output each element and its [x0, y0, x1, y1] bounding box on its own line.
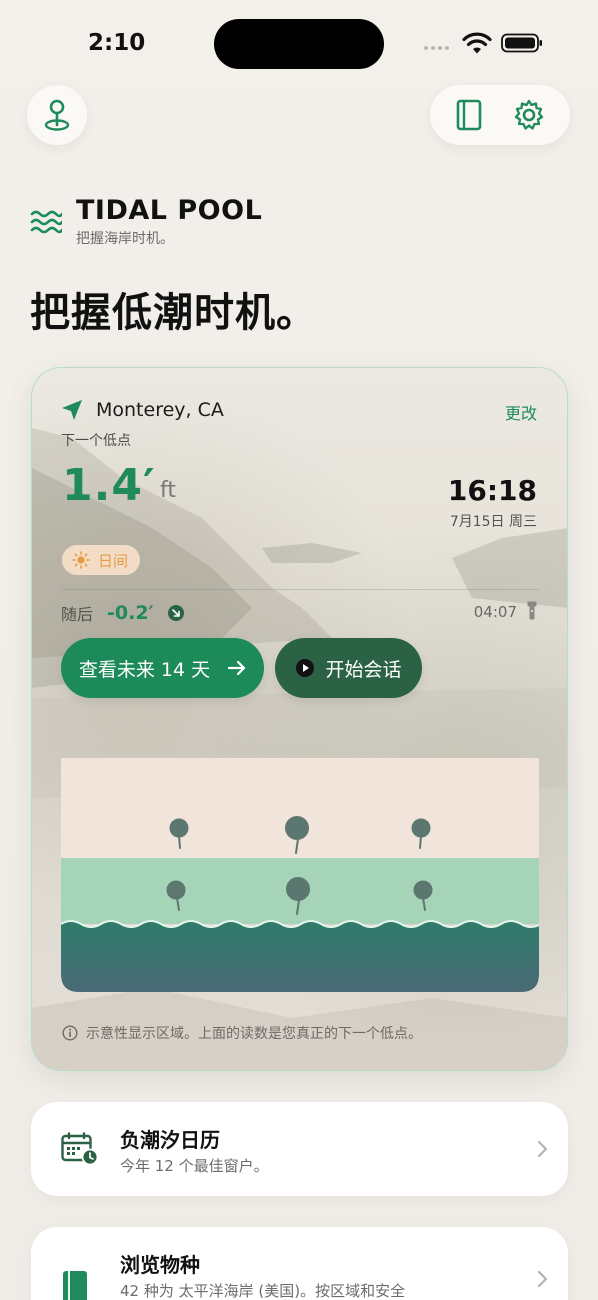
- following-low-row: 随后 -0.2′: [61, 601, 184, 625]
- battery-icon: [501, 33, 542, 53]
- next-low-label: 下一个低点: [61, 433, 131, 449]
- view-next-14-days-label: 查看未来 14 天: [78, 658, 211, 681]
- daylight-badge: 日间: [62, 545, 141, 575]
- intertidal-zone-illustration: [61, 758, 539, 992]
- book-icon: [63, 1271, 87, 1300]
- status-time: 2:10: [88, 30, 146, 56]
- location-name: Monterey, CA: [96, 399, 224, 421]
- tide-height-unit: ft: [160, 478, 176, 503]
- calendar-card-subtitle: 今年 12 个最佳窗户。: [120, 1157, 269, 1175]
- species-card-subtitle: 42 种为 太平洋海岸 (美国)。按区域和安全: [120, 1282, 406, 1300]
- arrow-down-right-icon: [167, 605, 184, 621]
- location-arrow-icon: [62, 400, 82, 420]
- change-location-link[interactable]: 更改: [505, 400, 537, 424]
- view-next-14-days-button[interactable]: 查看未来 14 天: [61, 638, 264, 698]
- map-pin-icon: [44, 99, 70, 131]
- top-actions: [430, 85, 570, 145]
- app-title: TIDAL POOL: [76, 195, 263, 226]
- arrow-right-icon: [228, 660, 246, 676]
- wifi-icon: [462, 32, 492, 54]
- tide-card: Monterey, CA 更改 下一个低点 1.4′ ft 16:18 7月15…: [31, 367, 568, 1071]
- dynamic-island: [214, 19, 384, 69]
- brand-header: TIDAL POOL 把握海岸时机。: [30, 196, 262, 248]
- info-icon: [62, 1025, 78, 1041]
- browse-species-card[interactable]: 浏览物种 42 种为 太平洋海岸 (美国)。按区域和安全: [31, 1227, 568, 1300]
- status-bar: 2:10: [0, 0, 598, 80]
- start-session-label: 开始会话: [325, 658, 402, 681]
- chevron-right-icon: [537, 1270, 548, 1288]
- location-row: Monterey, CA: [60, 398, 224, 422]
- species-card-title: 浏览物种: [120, 1253, 200, 1277]
- flashlight-icon: [527, 601, 537, 620]
- daylight-label: 日间: [98, 551, 129, 570]
- calendar-clock-icon: [61, 1132, 99, 1166]
- start-session-button[interactable]: 开始会话: [275, 638, 422, 698]
- tide-height-value: 1.4′: [62, 460, 156, 511]
- low-tide-date: 7月15日 周三: [449, 514, 537, 530]
- location-pin-button[interactable]: [27, 85, 87, 145]
- negative-tide-calendar-card[interactable]: 负潮汐日历 今年 12 个最佳窗户。: [31, 1102, 568, 1196]
- gear-icon[interactable]: [512, 98, 546, 132]
- following-time: 04:07: [473, 603, 517, 621]
- following-label: 随后: [61, 605, 94, 624]
- page-title: 把握低潮时机。: [30, 290, 317, 336]
- app-subtitle: 把握海岸时机。: [76, 231, 174, 247]
- chevron-right-icon: [537, 1140, 548, 1158]
- play-icon: [296, 659, 315, 677]
- waves-icon: [30, 210, 62, 234]
- book-icon[interactable]: [455, 99, 483, 131]
- signal-icon: [424, 46, 449, 50]
- illustration-note: 示意性显示区域。上面的读数是您真正的下一个低点。: [62, 1023, 422, 1043]
- calendar-card-title: 负潮汐日历: [120, 1128, 220, 1152]
- low-tide-time: 16:18: [447, 474, 537, 507]
- illustration-note-text: 示意性显示区域。上面的读数是您真正的下一个低点。: [86, 1026, 422, 1042]
- divider: [62, 589, 539, 590]
- following-value: -0.2′: [107, 602, 154, 624]
- sun-icon: [72, 551, 90, 569]
